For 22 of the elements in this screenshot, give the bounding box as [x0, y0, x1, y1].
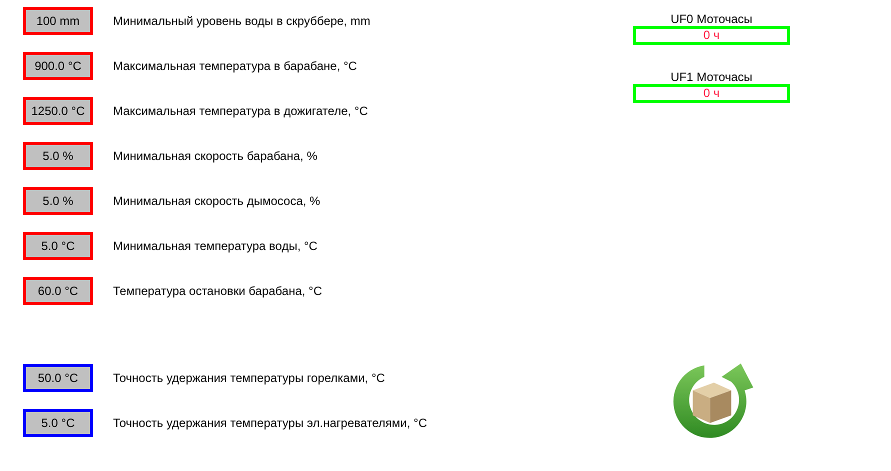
value-display[interactable]: 5.0 °C [23, 232, 93, 260]
setting-label: Минимальная скорость барабана, % [113, 149, 318, 163]
value-display[interactable]: 1250.0 °C [23, 97, 93, 125]
setting-label: Максимальная температура в дожигателе, °C [113, 104, 368, 118]
counter-display: 0 ч [633, 84, 790, 103]
setting-label: Точность удержания температуры горелками, °C [113, 371, 385, 385]
setting-label: Точность удержания температуры эл.нагревателями, °C [113, 416, 428, 430]
counter-title: UF1 Моточасы [670, 70, 752, 84]
value-display[interactable]: 5.0 °C [23, 409, 93, 437]
value-display[interactable]: 50.0 °C [23, 364, 93, 392]
value-display[interactable]: 5.0 % [23, 187, 93, 215]
setting-label: Температура остановки барабана, °C [113, 284, 322, 298]
setting-label: Минимальная скорость дымососа, % [113, 194, 320, 208]
setting-label: Минимальный уровень воды в скруббере, mm [113, 14, 370, 28]
value-display[interactable]: 60.0 °C [23, 277, 93, 305]
value-display[interactable]: 5.0 % [23, 142, 93, 170]
value-display[interactable]: 900.0 °C [23, 52, 93, 80]
setting-label: Максимальная температура в барабане, °C [113, 59, 357, 73]
counter-title: UF0 Моточасы [670, 12, 752, 26]
counter-display: 0 ч [633, 26, 790, 45]
setting-label: Минимальная температура воды, °C [113, 239, 318, 253]
value-display[interactable]: 100 mm [23, 7, 93, 35]
